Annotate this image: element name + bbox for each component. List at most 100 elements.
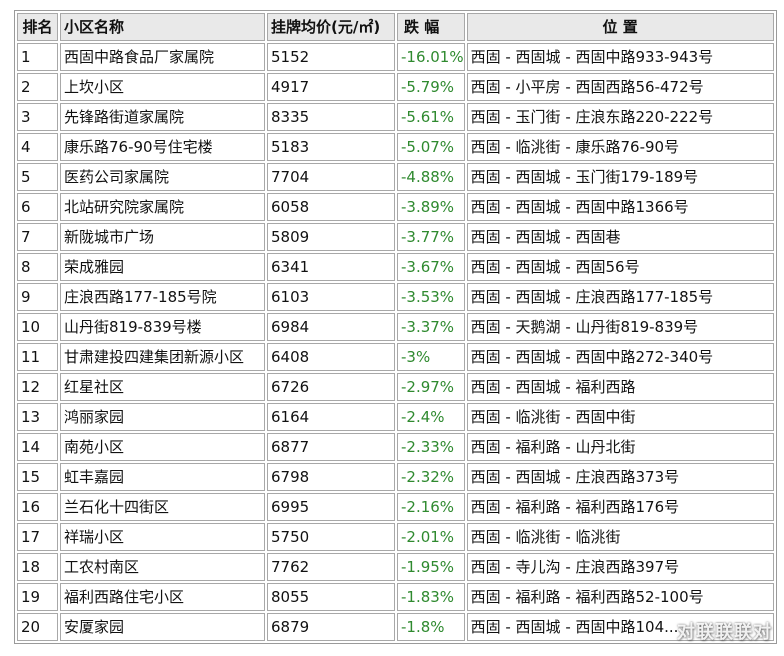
cell-change: -16.01% [397,43,465,71]
cell-price: 4917 [267,73,395,101]
cell-rank: 11 [17,343,58,371]
cell-rank: 3 [17,103,58,131]
cell-price: 6984 [267,313,395,341]
table-row: 9 庄浪西路177-185号院 6103 -3.53% 西固 - 西固城 - 庄浪西路1… [17,283,774,311]
cell-location: 西固 - 西固城 - 西固56号 [466,253,774,281]
cell-location: 西固 - 临洮街 - 临洮街 [466,523,774,551]
cell-change: -2.01% [397,523,465,551]
cell-name: 工农村南区 [60,553,265,581]
cell-price: 5809 [267,223,395,251]
table-row: 12 红星社区 6726 -2.97% 西固 - 西固城 - 福利西路 [17,373,774,401]
table-row: 2 上坎小区 4917 -5.79% 西固 - 小平房 - 西固西路56-472号 [17,73,774,101]
table-row: 19 福利西路住宅小区 8055 -1.83% 西固 - 福利路 - 福利西路52-10… [17,583,774,611]
watermark-logo: 对联联联对 [677,622,772,643]
cell-name: 鸿丽家园 [60,403,265,431]
cell-location: 西固 - 福利路 - 山丹北街 [466,433,774,461]
cell-location: 西固 - 福利路 - 福利西路52-100号 [466,583,774,611]
cell-price: 5183 [267,133,395,161]
cell-location: 西固 - 寺儿沟 - 庄浪西路397号 [466,553,774,581]
table-row: 11 甘肃建投四建集团新源小区 6408 -3% 西固 - 西固城 - 西固中路272-… [17,343,774,371]
cell-rank: 2 [17,73,58,101]
cell-price: 5152 [267,43,395,71]
cell-location: 西固 - 西固城 - 庄浪西路373号 [466,463,774,491]
cell-name: 医药公司家属院 [60,163,265,191]
table-row: 18 工农村南区 7762 -1.95% 西固 - 寺儿沟 - 庄浪西路397号 [17,553,774,581]
table-row: 13 鸿丽家园 6164 -2.4% 西固 - 临洮街 - 西固中街 [17,403,774,431]
cell-name: 先锋路街道家属院 [60,103,265,131]
table-container: 排名 小区名称 挂牌均价(元/㎡) 跌 幅 位 置 1 西固中路食品厂家属院 515… [14,10,777,644]
table-header-row: 排名 小区名称 挂牌均价(元/㎡) 跌 幅 位 置 [17,13,774,41]
cell-name: 祥瑞小区 [60,523,265,551]
cell-price: 5750 [267,523,395,551]
cell-change: -2.33% [397,433,465,461]
cell-change: -5.61% [397,103,465,131]
cell-location: 西固 - 西固城 - 西固中路1366号 [466,193,774,221]
table-row: 1 西固中路食品厂家属院 5152 -16.01% 西固 - 西固城 - 西固中路933… [17,43,774,71]
header-price: 挂牌均价(元/㎡) [267,13,395,41]
table-row: 7 新陇城市广场 5809 -3.77% 西固 - 西固城 - 西固巷 [17,223,774,251]
cell-location: 西固 - 西固城 - 西固中路272-340号 [466,343,774,371]
cell-rank: 7 [17,223,58,251]
cell-rank: 15 [17,463,58,491]
cell-name: 西固中路食品厂家属院 [60,43,265,71]
cell-rank: 13 [17,403,58,431]
table-row: 14 南苑小区 6877 -2.33% 西固 - 福利路 - 山丹北街 [17,433,774,461]
cell-location: 西固 - 西固城 - 西固巷 [466,223,774,251]
cell-name: 甘肃建投四建集团新源小区 [60,343,265,371]
cell-location: 西固 - 西固城 - 玉门街179-189号 [466,163,774,191]
cell-change: -3.53% [397,283,465,311]
cell-price: 6995 [267,493,395,521]
cell-rank: 5 [17,163,58,191]
cell-change: -5.79% [397,73,465,101]
cell-name: 庄浪西路177-185号院 [60,283,265,311]
cell-change: -1.83% [397,583,465,611]
cell-change: -2.97% [397,373,465,401]
cell-name: 山丹街819-839号楼 [60,313,265,341]
cell-change: -3.67% [397,253,465,281]
cell-location: 西固 - 西固城 - 西固中路933-943号 [466,43,774,71]
cell-rank: 18 [17,553,58,581]
cell-name: 北站研究院家属院 [60,193,265,221]
cell-rank: 4 [17,133,58,161]
table-row: 17 祥瑞小区 5750 -2.01% 西固 - 临洮街 - 临洮街 [17,523,774,551]
cell-price: 6877 [267,433,395,461]
cell-location: 西固 - 西固城 - 福利西路 [466,373,774,401]
table-row: 16 兰石化十四街区 6995 -2.16% 西固 - 福利路 - 福利西路176号 [17,493,774,521]
cell-change: -2.16% [397,493,465,521]
cell-price: 7762 [267,553,395,581]
cell-rank: 19 [17,583,58,611]
cell-name: 红星社区 [60,373,265,401]
cell-rank: 17 [17,523,58,551]
cell-rank: 8 [17,253,58,281]
cell-location: 西固 - 天鹅湖 - 山丹街819-839号 [466,313,774,341]
cell-location: 西固 - 玉门街 - 庄浪东路220-222号 [466,103,774,131]
table-row: 15 虹丰嘉园 6798 -2.32% 西固 - 西固城 - 庄浪西路373号 [17,463,774,491]
cell-price: 8335 [267,103,395,131]
table-row: 20 安厦家园 6879 -1.8% 西固 - 西固城 - 西固中路104... [17,613,774,641]
cell-name: 安厦家园 [60,613,265,641]
cell-price: 6726 [267,373,395,401]
cell-rank: 16 [17,493,58,521]
cell-name: 虹丰嘉园 [60,463,265,491]
table-row: 6 北站研究院家属院 6058 -3.89% 西固 - 西固城 - 西固中路1366号 [17,193,774,221]
cell-price: 8055 [267,583,395,611]
cell-name: 兰石化十四街区 [60,493,265,521]
table-row: 10 山丹街819-839号楼 6984 -3.37% 西固 - 天鹅湖 - 山丹街81… [17,313,774,341]
cell-change: -5.07% [397,133,465,161]
cell-rank: 1 [17,43,58,71]
cell-price: 6058 [267,193,395,221]
cell-change: -2.4% [397,403,465,431]
cell-location: 西固 - 福利路 - 福利西路176号 [466,493,774,521]
cell-change: -3.89% [397,193,465,221]
cell-rank: 12 [17,373,58,401]
cell-location: 西固 - 小平房 - 西固西路56-472号 [466,73,774,101]
cell-price: 7704 [267,163,395,191]
cell-price: 6164 [267,403,395,431]
cell-change: -3.37% [397,313,465,341]
cell-change: -2.32% [397,463,465,491]
cell-name: 上坎小区 [60,73,265,101]
cell-price: 6408 [267,343,395,371]
cell-change: -1.8% [397,613,465,641]
header-name: 小区名称 [60,13,265,41]
table-row: 4 康乐路76-90号住宅楼 5183 -5.07% 西固 - 临洮街 - 康乐路76-… [17,133,774,161]
